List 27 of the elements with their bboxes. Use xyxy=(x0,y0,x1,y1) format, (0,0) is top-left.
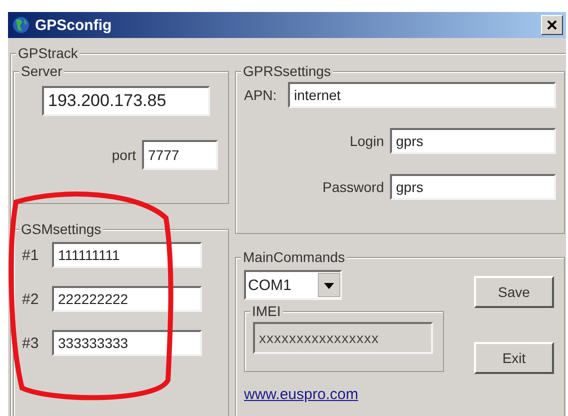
field-label: Login xyxy=(348,133,384,149)
group-label: GPRSsettings xyxy=(243,63,331,79)
text-field[interactable]: 7777 xyxy=(142,140,218,170)
group-label: GPStrack xyxy=(18,45,78,61)
text-field[interactable]: 193.200.173.85 xyxy=(42,86,210,116)
number-label: #3 xyxy=(22,334,40,352)
action-button[interactable]: Save xyxy=(474,276,554,308)
group-label: IMEI xyxy=(252,303,281,319)
text-field[interactable]: 333333333 xyxy=(52,330,202,356)
port-dropdown[interactable]: COM1 xyxy=(244,270,342,300)
group-label: MainCommands xyxy=(243,249,345,265)
action-button[interactable]: Exit xyxy=(474,342,554,374)
field-label: Password xyxy=(322,179,384,195)
website-link[interactable]: www.euspro.com xyxy=(244,386,358,403)
text-field[interactable]: 111111111 xyxy=(52,242,202,268)
group-label: GSMsettings xyxy=(21,221,102,237)
number-label: #1 xyxy=(22,246,40,264)
number-label: #2 xyxy=(22,290,40,308)
port-label: port xyxy=(112,147,136,163)
window-title: GPSconfig xyxy=(35,16,112,34)
text-field[interactable]: internet xyxy=(288,82,556,108)
field-label: APN: xyxy=(244,87,278,103)
imei-field: xxxxxxxxxxxxxxxx xyxy=(253,322,433,354)
group-label: Server xyxy=(21,63,62,79)
text-field[interactable]: 222222222 xyxy=(52,286,202,312)
text-field[interactable]: gprs xyxy=(390,128,556,154)
text-field[interactable]: gprs xyxy=(390,174,556,200)
